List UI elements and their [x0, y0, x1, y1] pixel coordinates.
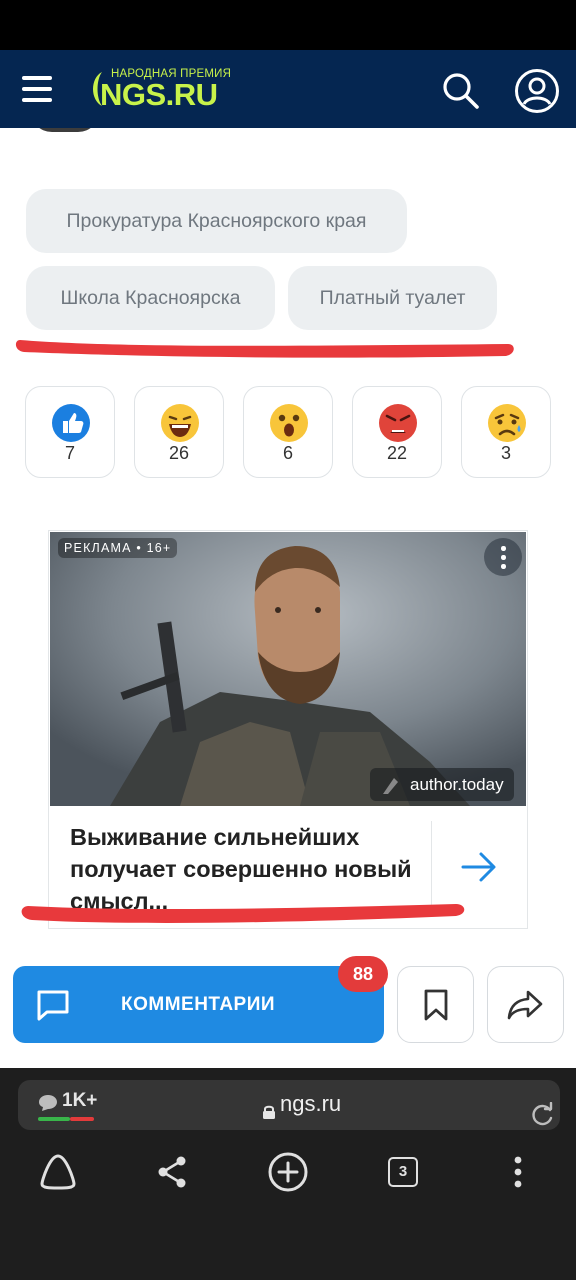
rating-negative-bar: [70, 1117, 94, 1121]
like-emoji-icon: [52, 404, 90, 442]
ad-source-badge[interactable]: author.today: [370, 768, 514, 801]
comment-count-text: 1K+: [62, 1090, 98, 1111]
red-underline-mark-ad: [21, 904, 465, 923]
more-options-icon[interactable]: [484, 538, 522, 576]
previous-image-edge: [30, 128, 100, 132]
reaction-sad[interactable]: 3: [461, 386, 551, 478]
ad-source-text: author.today: [410, 775, 504, 794]
author-today-logo-icon: [383, 778, 398, 794]
address-bar[interactable]: 1K+ ngs.ru: [18, 1080, 560, 1130]
reaction-laughing[interactable]: 26: [134, 386, 224, 478]
rating-positive-bar: [38, 1117, 70, 1121]
url-text[interactable]: ngs.ru: [280, 1091, 341, 1117]
sad-emoji-icon: [488, 404, 526, 442]
site-logo[interactable]: НАРОДНАЯ ПРЕМИЯ NGS.RU: [88, 66, 248, 114]
site-header: НАРОДНАЯ ПРЕМИЯ NGS.RU: [0, 50, 576, 128]
comments-count-badge: 88: [338, 956, 388, 992]
tag-toilet[interactable]: Платный туалет: [288, 266, 497, 330]
laughing-emoji-icon: [161, 404, 199, 442]
reaction-count: 6: [282, 443, 293, 463]
reaction-count: 22: [386, 443, 408, 463]
reaction-like[interactable]: 7: [25, 386, 115, 478]
lock-icon: [263, 1105, 275, 1119]
comments-bubble-icon: [39, 1095, 57, 1111]
tag-prosecutor[interactable]: Прокуратура Красноярского края: [26, 189, 407, 253]
tabs-button[interactable]: 3: [381, 1150, 425, 1194]
tag-school[interactable]: Школа Красноярска: [26, 266, 275, 330]
ad-image[interactable]: РЕКЛАМА • 16+ author.today: [50, 532, 526, 806]
comments-button[interactable]: КОММЕНТАРИИ: [13, 966, 384, 1043]
comments-label: КОММЕНТАРИИ: [121, 994, 276, 1015]
user-icon[interactable]: [514, 68, 560, 114]
menu-icon[interactable]: [22, 76, 54, 102]
bookmark-button[interactable]: [397, 966, 474, 1043]
angry-emoji-icon: [379, 404, 417, 442]
ad-soldier-illustration: [50, 532, 526, 806]
more-menu-icon[interactable]: [496, 1150, 540, 1194]
share-arrow-icon: [507, 990, 543, 1020]
share-button[interactable]: [487, 966, 564, 1043]
search-icon[interactable]: [440, 70, 480, 110]
status-bar: [0, 0, 576, 50]
comment-icon: [37, 990, 69, 1021]
ad-card[interactable]: РЕКЛАМА • 16+ author.today Выживание сил…: [48, 530, 528, 929]
logo-text: NGS.RU: [100, 77, 218, 112]
ad-label: РЕКЛАМА • 16+: [58, 538, 178, 558]
arrow-right-icon[interactable]: [459, 849, 499, 885]
reaction-surprised[interactable]: 6: [243, 386, 333, 478]
reaction-angry[interactable]: 22: [352, 386, 442, 478]
article-content: Прокуратура Красноярского края Школа Кра…: [0, 128, 576, 1068]
home-icon[interactable]: [36, 1150, 80, 1194]
bookmark-icon: [424, 989, 448, 1021]
reload-icon[interactable]: [530, 1102, 556, 1128]
tab-count: 3: [388, 1157, 418, 1187]
reaction-count: 7: [64, 443, 75, 463]
browser-chrome: 1K+ ngs.ru 3: [0, 1068, 576, 1280]
surprised-emoji-icon: [270, 404, 308, 442]
reaction-count: 26: [168, 443, 190, 463]
share-icon[interactable]: [150, 1150, 194, 1194]
reaction-count: 3: [500, 443, 511, 463]
new-tab-icon[interactable]: [266, 1150, 310, 1194]
red-underline-mark: [15, 340, 514, 358]
